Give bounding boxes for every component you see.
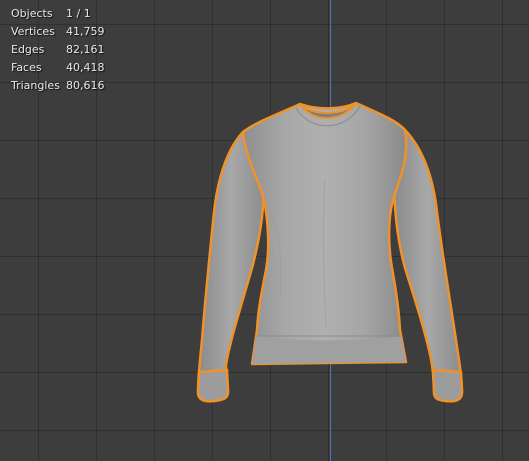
stat-label: Triangles <box>11 79 60 92</box>
torso <box>241 101 408 366</box>
stat-row-vertices: Vertices 41,759 <box>11 23 105 41</box>
stat-row-edges: Edges 82,161 <box>11 41 105 59</box>
right-cuff <box>431 368 464 403</box>
stat-label: Vertices <box>11 25 55 38</box>
3d-viewport[interactable]: Objects 1 / 1 Vertices 41,759 Edges 82,1… <box>0 0 529 461</box>
stat-row-objects: Objects 1 / 1 <box>11 5 105 23</box>
left-cuff <box>196 368 230 403</box>
scene-statistics-overlay: Objects 1 / 1 Vertices 41,759 Edges 82,1… <box>11 5 105 95</box>
stat-row-triangles: Triangles 80,616 <box>11 77 105 95</box>
stat-label: Faces <box>11 61 42 74</box>
stat-label: Objects <box>11 7 53 20</box>
stat-value: 82,161 <box>66 43 105 56</box>
stat-value: 40,418 <box>66 61 105 74</box>
stat-label: Edges <box>11 43 45 56</box>
stat-value: 1 / 1 <box>66 7 91 20</box>
stat-value: 41,759 <box>66 25 105 38</box>
stat-value: 80,616 <box>66 79 105 92</box>
stat-row-faces: Faces 40,418 <box>11 59 105 77</box>
